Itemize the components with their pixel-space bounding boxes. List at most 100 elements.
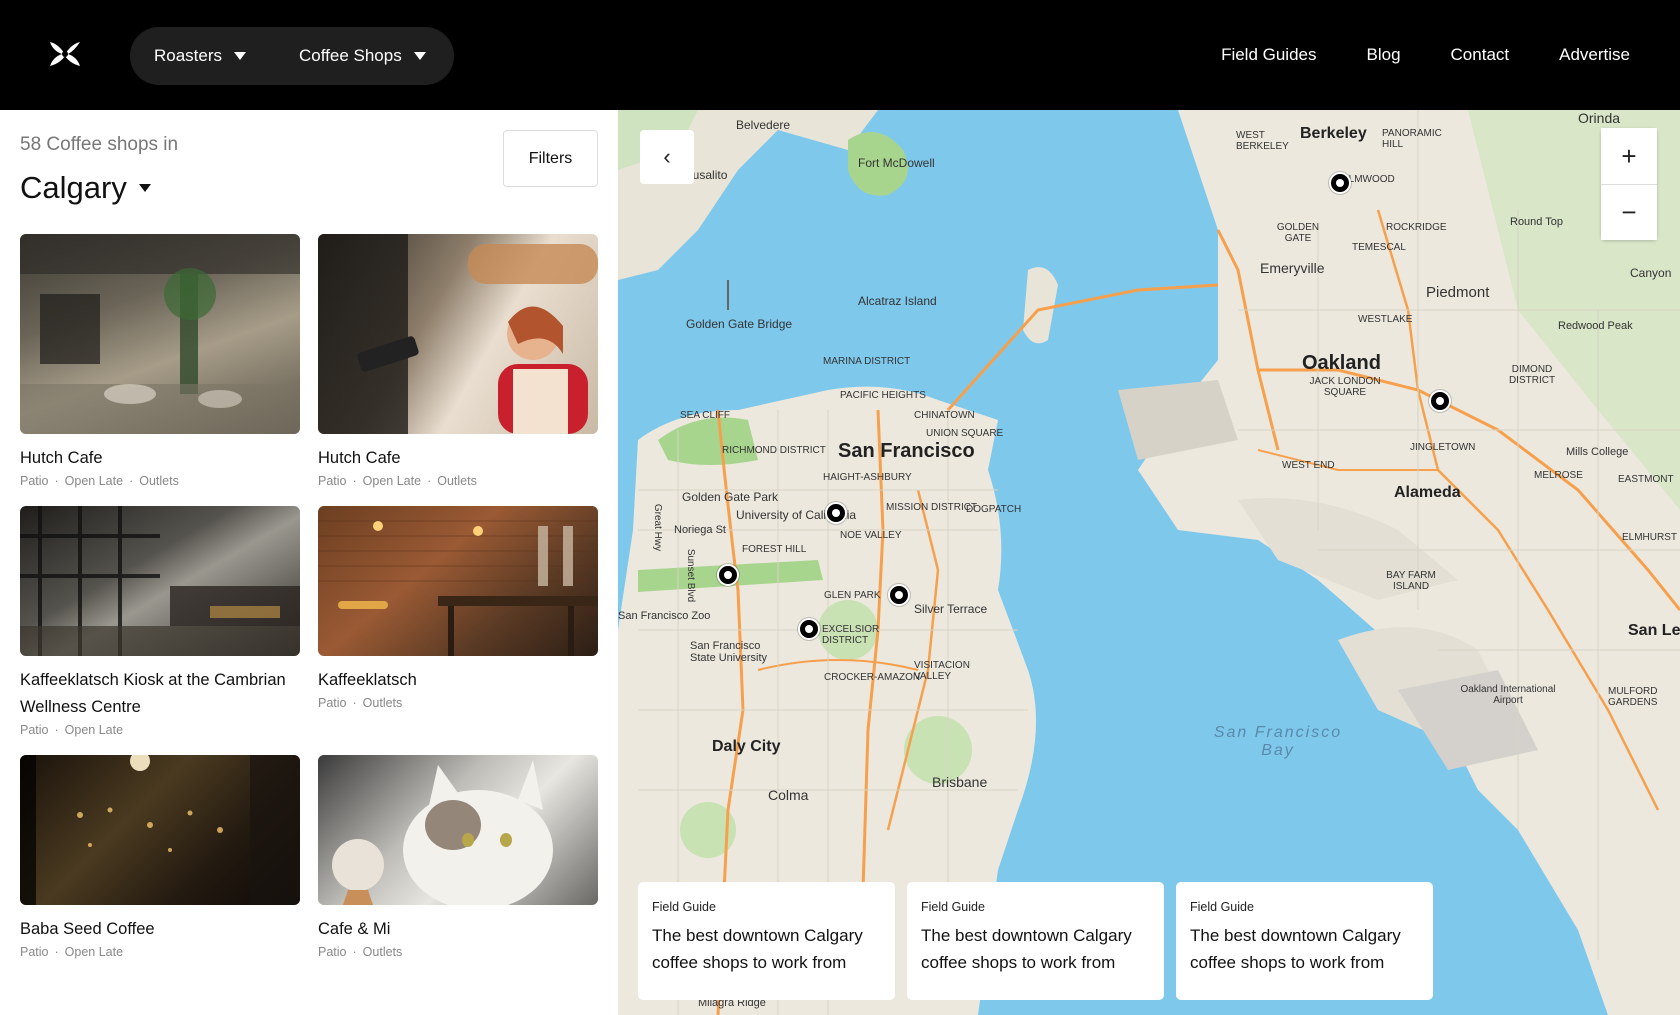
field-guide-card[interactable]: Field Guide The best downtown Calgary co… bbox=[907, 882, 1164, 1000]
contact-link[interactable]: Contact bbox=[1451, 45, 1510, 65]
caret-down-icon bbox=[234, 52, 247, 60]
map-label-temescal: TEMESCAL bbox=[1352, 242, 1406, 253]
tag-open-late: Open Late bbox=[64, 723, 124, 737]
map-label-melrose: MELROSE bbox=[1534, 470, 1583, 481]
map-label-elmhurst: ELMHURST bbox=[1622, 532, 1678, 543]
field-guide-card[interactable]: Field Guide The best downtown Calgary co… bbox=[1176, 882, 1433, 1000]
coffee-shops-dropdown[interactable]: Coffee Shops bbox=[299, 27, 426, 85]
brand-logo-icon[interactable] bbox=[48, 40, 82, 68]
tag-outlets: Outlets bbox=[362, 945, 403, 959]
shop-tags: Patio · Open Late bbox=[20, 723, 124, 737]
shop-card[interactable]: Kaffeeklatsch Kiosk at the Cambrian Well… bbox=[20, 506, 300, 737]
shop-card[interactable]: Hutch Cafe Patio · Open Late · Outlets bbox=[318, 234, 598, 488]
map-label-alcatraz: Alcatraz Island bbox=[858, 294, 937, 308]
shop-card[interactable]: Cafe & Mi Patio · Outlets bbox=[318, 755, 598, 959]
shop-listing-panel: 58 Coffee shops in Calgary Filters Hutch… bbox=[0, 110, 618, 1015]
shop-card[interactable]: Kaffeeklatsch Patio · Outlets bbox=[318, 506, 598, 710]
map-label-mulford: MULFORD GARDENS bbox=[1608, 686, 1658, 708]
map-view[interactable]: Belvedere Sausalito Fort McDowell Alcatr… bbox=[618, 110, 1680, 1015]
map-label-round-top: Round Top bbox=[1510, 216, 1564, 228]
blog-link[interactable]: Blog bbox=[1367, 45, 1401, 65]
map-label-mission: MISSION DISTRICT bbox=[886, 502, 978, 513]
map-label-panoramic: PANORAMIC HILL bbox=[1382, 128, 1442, 150]
map-label-sea-cliff: SEA CLIFF bbox=[680, 410, 731, 421]
tag-outlets: Outlets bbox=[362, 696, 403, 710]
map-label-berkeley: Berkeley bbox=[1300, 125, 1367, 142]
map-label-glen-park: GLEN PARK bbox=[824, 590, 881, 601]
shop-name[interactable]: Hutch Cafe bbox=[318, 445, 598, 472]
shop-name[interactable]: Cafe & Mi bbox=[318, 916, 598, 943]
map-label-sfsu: San Francisco State University bbox=[690, 640, 768, 664]
field-guide-label: Field Guide bbox=[921, 900, 985, 914]
shop-map-marker[interactable] bbox=[1329, 172, 1351, 194]
field-guide-card[interactable]: Field Guide The best downtown Calgary co… bbox=[638, 882, 895, 1000]
shop-photo[interactable] bbox=[20, 234, 300, 434]
city-selector[interactable]: Calgary bbox=[20, 170, 151, 206]
shop-photo[interactable] bbox=[318, 234, 598, 434]
map-label-rockridge: ROCKRIDGE bbox=[1386, 222, 1447, 233]
map-label-westlake: WESTLAKE bbox=[1358, 314, 1413, 325]
map-label-orinda: Orinda bbox=[1578, 110, 1621, 126]
map-label-noe-valley: NOE VALLEY bbox=[840, 530, 902, 541]
map-label-noriega: Noriega St bbox=[674, 524, 726, 536]
map-label-jingletown: JINGLETOWN bbox=[1410, 442, 1476, 453]
field-guide-title[interactable]: The best downtown Calgary coffee shops t… bbox=[652, 922, 881, 976]
field-guide-title[interactable]: The best downtown Calgary coffee shops t… bbox=[921, 922, 1150, 976]
barista-payment-image bbox=[318, 234, 598, 434]
shop-photo[interactable] bbox=[318, 755, 598, 905]
shop-name[interactable]: Hutch Cafe bbox=[20, 445, 300, 472]
zoom-in-button[interactable]: + bbox=[1601, 128, 1657, 184]
map-label-oakland: Oakland bbox=[1302, 352, 1381, 374]
shop-card[interactable]: Baba Seed Coffee Patio · Open Late bbox=[20, 755, 300, 959]
map-label-sf-zoo: San Francisco Zoo bbox=[618, 610, 711, 622]
map-label-golden-gate-bridge: Golden Gate Bridge bbox=[686, 317, 793, 331]
shop-name[interactable]: Kaffeeklatsch Kiosk at the Cambrian Well… bbox=[20, 667, 300, 721]
shop-map-marker[interactable] bbox=[798, 618, 820, 640]
shop-photo[interactable] bbox=[20, 506, 300, 656]
map-label-richmond: RICHMOND DISTRICT bbox=[722, 445, 826, 456]
shop-photo[interactable] bbox=[318, 506, 598, 656]
shop-map-marker[interactable] bbox=[717, 564, 739, 586]
map-label-daly-city: Daly City bbox=[712, 738, 781, 755]
city-name: Calgary bbox=[20, 170, 127, 205]
map-label-excelsior: EXCELSIOR DISTRICT bbox=[822, 624, 880, 646]
tag-patio: Patio bbox=[318, 945, 347, 959]
nav-pill: Roasters Coffee Shops bbox=[130, 27, 454, 85]
map-label-san-francisco: San Francisco bbox=[838, 440, 975, 462]
roasters-label: Roasters bbox=[154, 46, 223, 65]
advertise-link[interactable]: Advertise bbox=[1559, 45, 1630, 65]
header-links: Field Guides Blog Contact Advertise bbox=[1221, 0, 1630, 110]
map-label-colma: Colma bbox=[768, 787, 809, 803]
shop-map-marker[interactable] bbox=[825, 502, 847, 524]
zoom-out-button[interactable]: − bbox=[1601, 184, 1657, 240]
shop-card[interactable]: Hutch Cafe Patio · Open Late · Outlets bbox=[20, 234, 300, 488]
collapse-map-button[interactable]: ‹ bbox=[640, 130, 694, 184]
tag-open-late: Open Late bbox=[64, 474, 124, 488]
map-label-piedmont: Piedmont bbox=[1426, 284, 1490, 301]
filters-button[interactable]: Filters bbox=[503, 130, 598, 187]
tag-open-late: Open Late bbox=[362, 474, 422, 488]
map-base bbox=[618, 110, 1680, 1015]
map-label-sunset-blvd: Sunset Blvd bbox=[685, 548, 697, 603]
map-label-fort-mcdowell: Fort McDowell bbox=[858, 156, 935, 170]
shop-tags: Patio · Open Late bbox=[20, 945, 124, 959]
shop-name[interactable]: Kaffeeklatsch bbox=[318, 667, 598, 694]
field-guide-title[interactable]: The best downtown Calgary coffee shops t… bbox=[1190, 922, 1419, 976]
tag-outlets: Outlets bbox=[139, 474, 179, 488]
shop-map-marker[interactable] bbox=[888, 584, 910, 606]
field-guides-link[interactable]: Field Guides bbox=[1221, 45, 1316, 65]
tag-outlets: Outlets bbox=[437, 474, 477, 488]
map-label-crocker: CROCKER-AMAZON bbox=[824, 672, 921, 683]
shop-name[interactable]: Baba Seed Coffee bbox=[20, 916, 300, 943]
map-label-golden-gate-park: Golden Gate Park bbox=[682, 490, 779, 504]
roasters-dropdown[interactable]: Roasters bbox=[154, 27, 247, 85]
map-label-brisbane: Brisbane bbox=[932, 774, 988, 790]
map-label-silver-terrace: Silver Terrace bbox=[914, 602, 988, 616]
shop-photo[interactable] bbox=[20, 755, 300, 905]
tag-patio: Patio bbox=[318, 474, 347, 488]
shop-tags: Patio · Outlets bbox=[318, 696, 403, 710]
map-label-chinatown: CHINATOWN bbox=[914, 410, 975, 421]
shop-map-marker[interactable] bbox=[1429, 390, 1451, 412]
coffee-shops-label: Coffee Shops bbox=[299, 46, 402, 65]
cafe-interior-image bbox=[20, 234, 300, 434]
